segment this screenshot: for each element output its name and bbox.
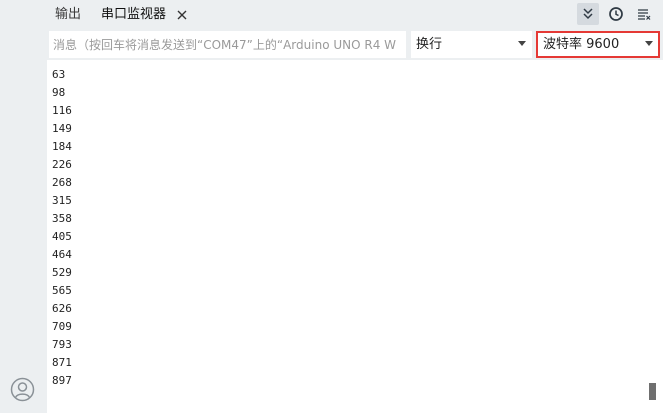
- account-icon[interactable]: [10, 377, 35, 402]
- baud-rate-value: 波特率 9600: [543, 37, 620, 52]
- message-input[interactable]: [49, 31, 406, 58]
- output-line: 149: [52, 122, 72, 135]
- baud-rate-select[interactable]: 波特率 9600: [536, 31, 660, 58]
- output-line: 626: [52, 302, 72, 315]
- clock-icon: [609, 7, 623, 21]
- output-line: 565: [52, 284, 72, 297]
- tab-serial-monitor[interactable]: 串口监视器: [101, 0, 166, 31]
- line-ending-select[interactable]: 换行: [411, 31, 532, 58]
- caret-down-icon: [518, 41, 526, 46]
- output-line: 709: [52, 320, 72, 333]
- serial-output-lines: 0639811614918422626831535840546452956562…: [52, 60, 72, 390]
- line-ending-value: 换行: [416, 37, 443, 52]
- serial-monitor-window: 输出 串口监视器 换行 波特率: [0, 0, 663, 413]
- output-line: 63: [52, 68, 66, 81]
- output-line: 464: [52, 248, 72, 261]
- output-line: 268: [52, 176, 72, 189]
- serial-output-area[interactable]: 0639811614918422626831535840546452956562…: [47, 60, 663, 413]
- clear-output-button[interactable]: [633, 3, 655, 25]
- caret-down-icon: [645, 41, 653, 46]
- output-line: 116: [52, 104, 72, 117]
- panel-tab-bar: 输出 串口监视器: [47, 0, 663, 31]
- send-message-row: 换行 波特率 9600: [47, 31, 663, 60]
- close-icon[interactable]: [176, 9, 188, 21]
- toggle-timestamp-button[interactable]: [605, 3, 627, 25]
- output-line: 405: [52, 230, 72, 243]
- tab-output[interactable]: 输出: [55, 0, 81, 31]
- output-line: 98: [52, 86, 66, 99]
- output-line: 897: [52, 374, 72, 387]
- output-line: 871: [52, 356, 72, 369]
- output-line: 529: [52, 266, 72, 279]
- autoscroll-button[interactable]: [577, 3, 599, 25]
- scrollbar-thumb[interactable]: [649, 383, 656, 400]
- output-line: 226: [52, 158, 72, 171]
- output-line: 793: [52, 338, 72, 351]
- activity-bar: [0, 0, 47, 413]
- output-line: 358: [52, 212, 72, 225]
- clear-output-icon: [638, 9, 651, 20]
- output-line: 184: [52, 140, 72, 153]
- chevron-double-down-icon: [583, 8, 593, 20]
- output-line: 315: [52, 194, 72, 207]
